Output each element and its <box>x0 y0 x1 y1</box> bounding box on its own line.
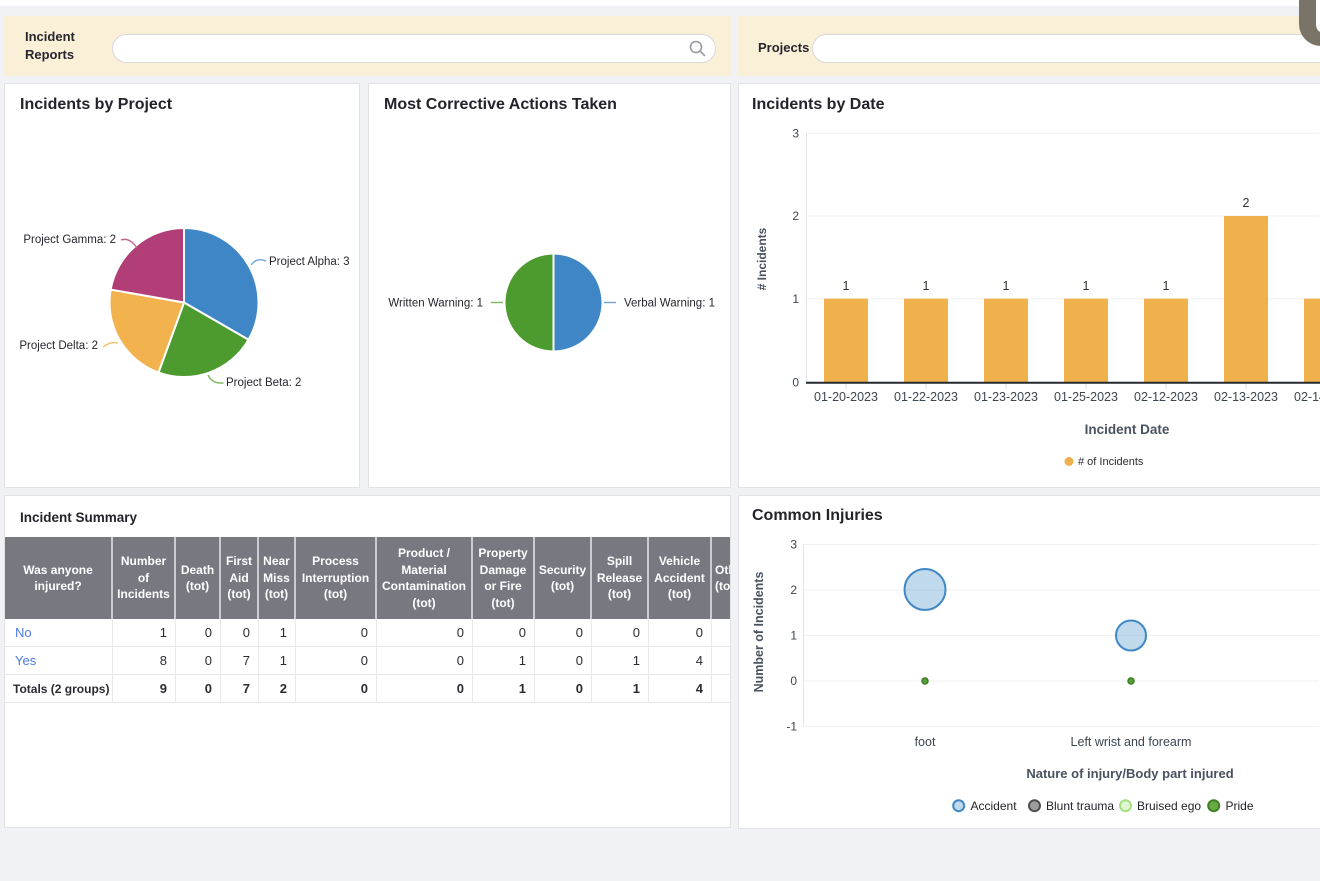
svg-text:Number of Incidents: Number of Incidents <box>752 572 766 693</box>
svg-text:Project Alpha: 3: Project Alpha: 3 <box>269 256 350 268</box>
svg-text:Project Beta: 2: Project Beta: 2 <box>226 377 301 389</box>
svg-text:# of Incidents: # of Incidents <box>1078 456 1144 468</box>
svg-text:02-12-2023: 02-12-2023 <box>1134 390 1198 404</box>
svg-text:foot: foot <box>915 735 936 749</box>
svg-text:2: 2 <box>792 209 799 223</box>
svg-text:1: 1 <box>1003 279 1010 293</box>
svg-text:01-22-2023: 01-22-2023 <box>894 390 958 404</box>
svg-text:Pride: Pride <box>1226 799 1254 813</box>
svg-text:1: 1 <box>1083 279 1090 293</box>
svg-text:01-23-2023: 01-23-2023 <box>974 390 1038 404</box>
svg-text:Verbal Warning: 1: Verbal Warning: 1 <box>624 298 715 310</box>
svg-text:Project Gamma: 2: Project Gamma: 2 <box>23 234 116 246</box>
svg-text:Incident Date: Incident Date <box>1085 422 1170 437</box>
svg-text:0: 0 <box>790 674 797 688</box>
svg-text:0: 0 <box>792 376 799 390</box>
svg-text:02-13-2023: 02-13-2023 <box>1214 390 1278 404</box>
svg-text:01-20-2023: 01-20-2023 <box>814 390 878 404</box>
svg-text:1: 1 <box>790 629 797 643</box>
svg-text:1: 1 <box>923 279 930 293</box>
svg-text:3: 3 <box>792 127 799 141</box>
svg-text:2: 2 <box>1243 196 1250 210</box>
svg-text:Nature of injury/Body part inj: Nature of injury/Body part injured <box>1026 766 1233 781</box>
svg-text:Bruised ego: Bruised ego <box>1137 799 1201 813</box>
svg-text:# Incidents: # Incidents <box>755 227 769 290</box>
svg-text:Blunt trauma: Blunt trauma <box>1046 799 1114 813</box>
svg-text:Written Warning: 1: Written Warning: 1 <box>388 298 483 310</box>
svg-text:Accident: Accident <box>971 799 1018 813</box>
svg-text:3: 3 <box>790 538 797 552</box>
svg-text:01-25-2023: 01-25-2023 <box>1054 390 1118 404</box>
svg-text:1: 1 <box>843 279 850 293</box>
svg-text:2: 2 <box>790 583 797 597</box>
svg-text:-1: -1 <box>786 720 797 734</box>
svg-text:Left wrist and forearm: Left wrist and forearm <box>1071 735 1192 749</box>
svg-text:02-14-2023: 02-14-2023 <box>1294 390 1320 404</box>
svg-text:Project Delta: 2: Project Delta: 2 <box>19 340 98 352</box>
svg-text:1: 1 <box>792 292 799 306</box>
svg-text:1: 1 <box>1163 279 1170 293</box>
